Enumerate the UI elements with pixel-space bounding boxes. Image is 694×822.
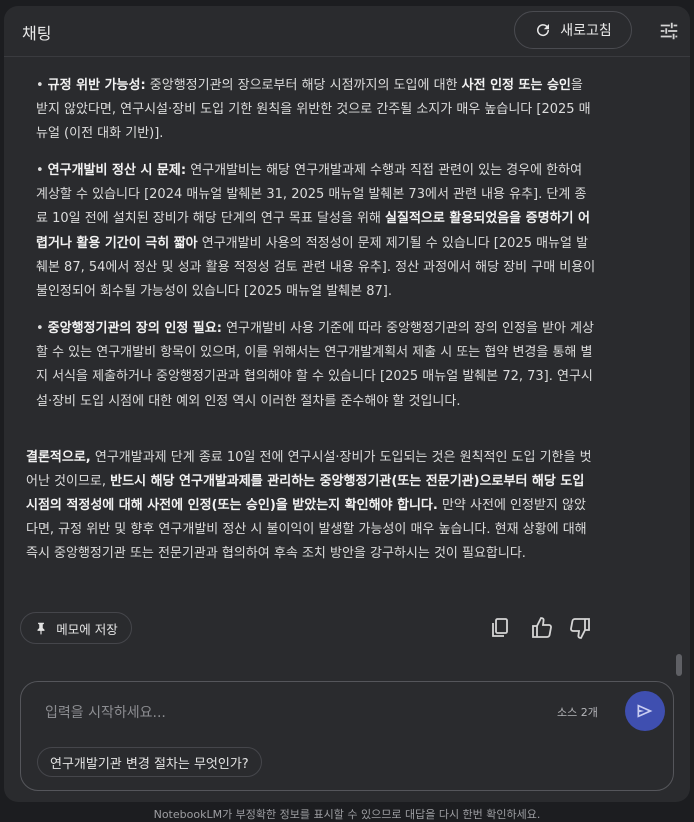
send-button[interactable] (625, 691, 665, 731)
list-item: • 연구개발비 정산 시 문제: 연구개발비는 해당 연구개발과제 수행과 직접 … (36, 163, 596, 300)
list-item: • 규정 위반 가능성: 중앙행정기관의 장으로부터 해당 시점까지의 도입에 대… (36, 78, 591, 142)
bullet-text: 중앙행정기관의 장으로부터 해당 시점까지의 도입에 대한 (145, 78, 462, 93)
pin-icon (37, 622, 45, 635)
bullet-heading: 규정 위반 가능성: (47, 78, 146, 93)
refresh-button[interactable]: 새로고침 (514, 11, 632, 49)
bullet-heading: 중앙행정기관의 장의 인정 필요: (47, 321, 222, 336)
chat-input-box[interactable]: 입력을 시작하세요... 소스 2개 연구개발기관 변경 절차는 무엇인가? (20, 681, 674, 791)
list-item: • 중앙행정기관의 장의 인정 필요: 연구개발비 사용 기준에 따라 중앙행정기… (36, 321, 595, 409)
conclusion-heading: 결론적으로, (26, 450, 91, 465)
refresh-label: 새로고침 (560, 23, 612, 39)
message-area: • 규정 위반 가능성: 중앙행정기관의 장으로부터 해당 시점까지의 도입에 대… (4, 57, 690, 672)
save-to-note-label: 메모에 저장 (56, 621, 118, 637)
thumbs-up-icon[interactable] (530, 616, 554, 640)
send-icon (637, 704, 653, 718)
chat-input[interactable]: 입력을 시작하세요... (45, 702, 166, 722)
chat-header: 채팅 새로고침 (4, 6, 690, 57)
message-actions: 메모에 저장 (4, 612, 690, 648)
bullet-emphasis: 사전 인정 또는 승인 (461, 78, 571, 93)
suggested-question-label: 연구개발기관 변경 절차는 무엇인가? (50, 756, 249, 772)
chat-panel: 채팅 새로고침 • 규정 위반 가능성: 중앙행정기관의 장으로부터 해당 시점까… (4, 6, 690, 802)
conclusion-paragraph: 결론적으로, 연구개발과제 단계 종료 10일 전에 연구시설·장비가 도입되는… (26, 446, 596, 566)
tune-icon[interactable] (658, 20, 680, 42)
suggested-question-chip[interactable]: 연구개발기관 변경 절차는 무엇인가? (37, 747, 262, 777)
disclaimer-text: NotebookLM가 부정확한 정보를 표시할 수 있으므로 대답을 다시 한… (153, 808, 541, 821)
bullet-heading: 연구개발비 정산 시 문제: (47, 163, 187, 178)
save-to-note-button[interactable]: 메모에 저장 (20, 612, 132, 644)
source-count: 소스 2개 (557, 706, 598, 719)
chat-title: 채팅 (22, 24, 52, 43)
scrollbar-thumb[interactable] (676, 654, 682, 676)
refresh-icon (537, 24, 550, 37)
thumbs-down-icon[interactable] (568, 616, 592, 640)
copy-icon[interactable] (488, 616, 512, 640)
